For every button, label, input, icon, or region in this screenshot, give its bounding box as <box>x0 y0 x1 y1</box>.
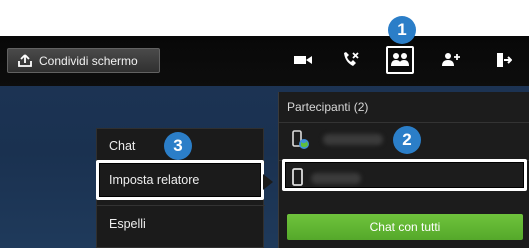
top-toolbar: Condividi schermo <box>0 36 529 86</box>
menu-pointer <box>263 174 273 190</box>
participants-panel: Partecipanti (2) Chat con tutti <box>278 92 529 248</box>
share-upload-icon <box>18 53 32 67</box>
menu-item-expel[interactable]: Espelli <box>97 207 265 240</box>
exit-icon <box>497 53 512 67</box>
selected-participant-highlight <box>282 159 527 191</box>
video-camera-icon <box>294 56 312 64</box>
meeting-screen: Condividi schermo Partecipanti (2) Chat … <box>0 36 529 248</box>
share-screen-label: Condividi schermo <box>39 53 138 68</box>
exit-button[interactable] <box>489 46 517 74</box>
chat-all-button[interactable]: Chat con tutti <box>287 214 523 240</box>
share-screen-button[interactable]: Condividi schermo <box>7 48 160 73</box>
participant-name-hidden <box>323 134 383 145</box>
callout-badge-2: 2 <box>393 126 421 154</box>
video-button[interactable] <box>289 46 317 74</box>
callout-badge-3: 3 <box>164 132 192 160</box>
mobile-globe-icon <box>292 130 309 149</box>
end-call-button[interactable] <box>337 46 365 74</box>
add-participant-button[interactable] <box>437 46 465 74</box>
set-presenter-highlight <box>96 160 264 200</box>
call-end-icon <box>344 52 359 66</box>
callout-badge-1: 1 <box>388 16 416 44</box>
add-participant-icon <box>442 53 460 66</box>
participants-icon <box>391 53 409 66</box>
participants-title: Partecipanti (2) <box>287 100 369 114</box>
participants-button[interactable] <box>386 46 414 74</box>
